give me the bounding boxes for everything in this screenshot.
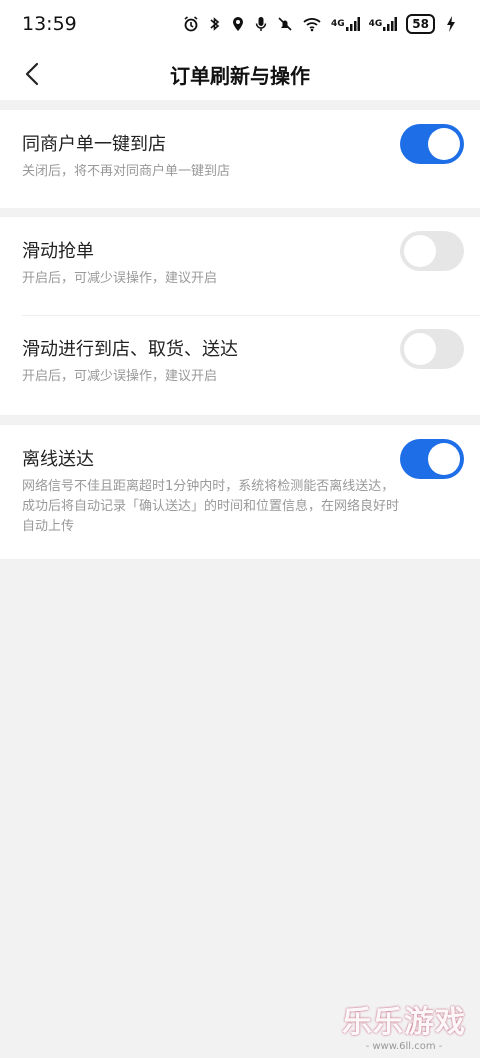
- setting-title: 滑动抢单: [22, 241, 94, 262]
- settings-group-offline: 离线送达 网络信号不佳且距离超时1分钟内时，系统将检测能否离线送达，成功后将自动…: [0, 425, 480, 559]
- watermark: 乐乐游戏 - www.6ll.com -: [342, 997, 466, 1052]
- status-time: 13:59: [22, 13, 77, 35]
- same-merchant-toggle[interactable]: [400, 124, 464, 164]
- wifi-icon: [302, 16, 322, 32]
- setting-row-offline-delivery: 离线送达 网络信号不佳且距离超时1分钟内时，系统将检测能否离线送达，成功后将自动…: [0, 425, 480, 537]
- setting-row-swipe-progress: 滑动进行到店、取货、送达 开启后，可减少误操作，建议开启: [0, 315, 480, 415]
- page-title: 订单刷新与操作: [170, 63, 310, 88]
- setting-desc: 开启后，可减少误操作，建议开启: [22, 271, 218, 286]
- watermark-url: - www.6ll.com -: [365, 1041, 443, 1052]
- alarm-icon: [183, 16, 199, 32]
- settings-group-swipe: 滑动抢单 开启后，可减少误操作，建议开启 滑动进行到店、取货、送达 开启后，可减…: [0, 217, 480, 415]
- signal-icon: 4G: [331, 16, 360, 32]
- network-label: 4G: [368, 19, 383, 29]
- setting-title: 滑动进行到店、取货、送达: [22, 339, 238, 360]
- toggle-knob: [428, 443, 460, 475]
- toggle-knob: [404, 333, 436, 365]
- setting-row-same-merchant: 同商户单一键到店 关闭后，将不再对同商户单一键到店: [0, 110, 480, 182]
- setting-desc: 网络信号不佳且距离超时1分钟内时，系统将检测能否离线送达，成功后将自动记录「确认…: [22, 479, 400, 534]
- toggle-knob: [428, 128, 460, 160]
- status-icons: 4G 4G 58: [183, 14, 458, 34]
- setting-title: 离线送达: [22, 449, 94, 470]
- location-icon: [231, 16, 245, 32]
- settings-group-merchant: 同商户单一键到店 关闭后，将不再对同商户单一键到店: [0, 110, 480, 208]
- bluetooth-icon: [208, 16, 222, 32]
- charging-icon: [444, 16, 458, 32]
- mic-icon: [254, 16, 268, 32]
- back-icon[interactable]: [20, 61, 46, 87]
- nav-bar: 订单刷新与操作: [0, 48, 480, 100]
- swipe-grab-toggle[interactable]: [400, 231, 464, 271]
- setting-row-swipe-grab: 滑动抢单 开启后，可减少误操作，建议开启: [0, 217, 480, 315]
- setting-desc: 关闭后，将不再对同商户单一键到店: [22, 164, 231, 179]
- battery-indicator: 58: [406, 14, 435, 34]
- mute-icon: [277, 16, 293, 32]
- status-bar: 13:59 4G 4G 58: [0, 0, 480, 48]
- toggle-knob: [404, 235, 436, 267]
- setting-desc: 开启后，可减少误操作，建议开启: [22, 369, 218, 384]
- setting-title: 同商户单一键到店: [22, 134, 166, 155]
- offline-delivery-toggle[interactable]: [400, 439, 464, 479]
- watermark-logo: 乐乐游戏: [342, 1005, 466, 1040]
- signal-icon: 4G: [369, 16, 398, 32]
- swipe-progress-toggle[interactable]: [400, 329, 464, 369]
- network-label: 4G: [330, 19, 345, 29]
